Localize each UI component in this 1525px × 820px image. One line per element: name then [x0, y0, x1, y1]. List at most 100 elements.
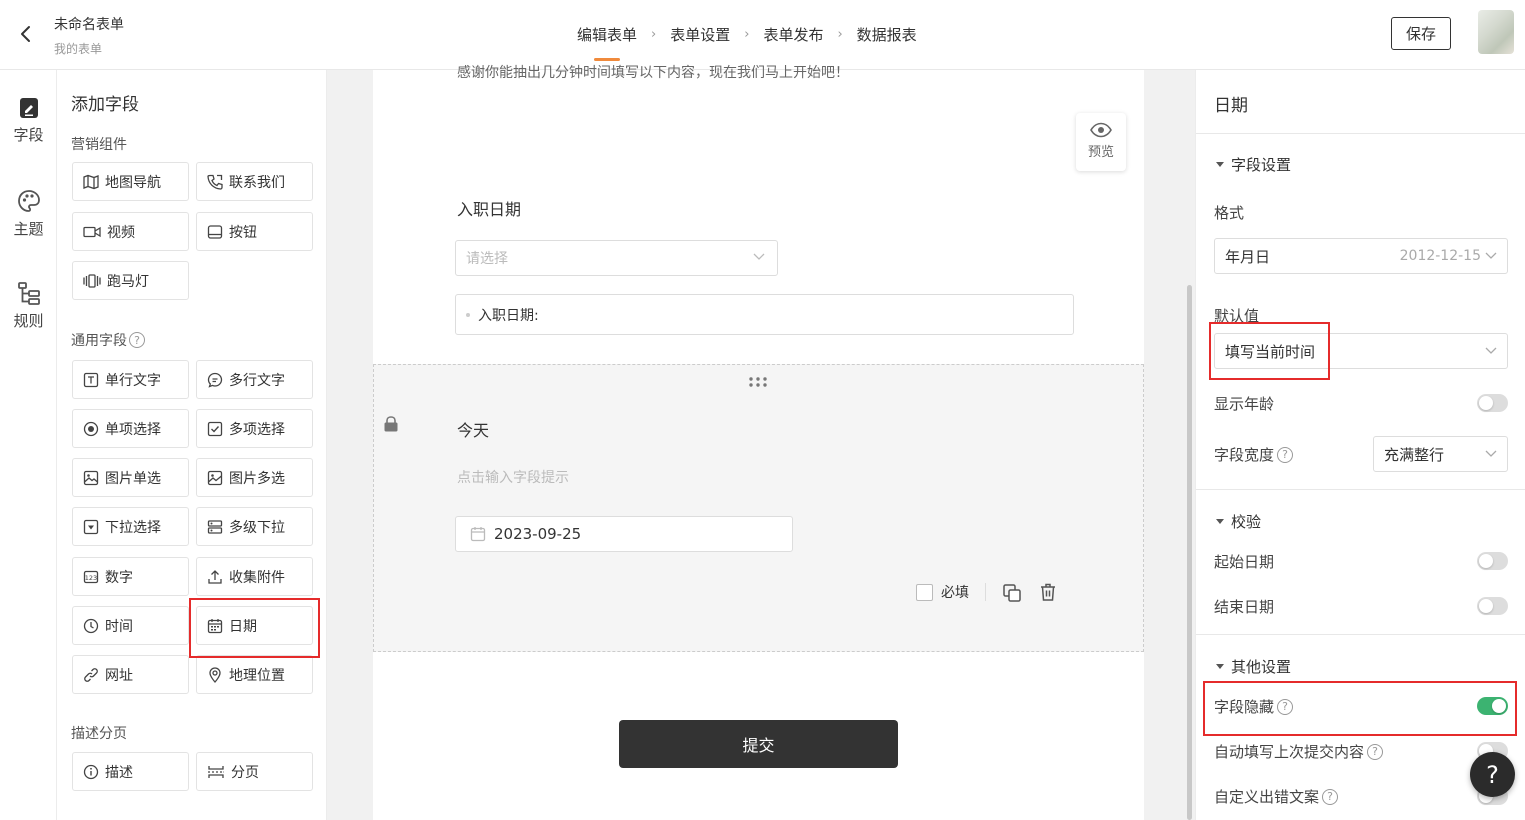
selected-field-block[interactable] [373, 364, 1144, 652]
field-pagination-button[interactable]: 分页 [196, 752, 313, 791]
breadcrumb[interactable]: 我的表单 [54, 40, 102, 57]
tab-form-publish[interactable]: 表单发布 [763, 24, 823, 61]
field-description-button[interactable]: 描述 [72, 752, 189, 791]
hide-field-label: 字段隐藏? [1214, 696, 1294, 717]
field-number-button[interactable]: 123 数字 [72, 557, 189, 596]
show-age-label: 显示年龄 [1214, 395, 1275, 413]
field-url-button[interactable]: 网址 [72, 655, 189, 694]
preview-label: 预览 [1087, 145, 1114, 160]
help-icon[interactable]: ? [1322, 788, 1339, 805]
help-icon[interactable]: ? [129, 332, 145, 348]
start-date-label: 起始日期 [1214, 553, 1275, 571]
field-width-label: 字段宽度? [1214, 444, 1294, 465]
canvas-scrollbar[interactable] [1187, 285, 1192, 820]
start-date-toggle[interactable] [1477, 552, 1508, 570]
rail-item-theme[interactable]: 主题 [0, 188, 57, 239]
submit-button[interactable]: 提交 [619, 720, 898, 768]
default-value-select[interactable]: 填写当前时间 [1214, 333, 1508, 369]
button-icon [207, 224, 223, 239]
field-time-button[interactable]: 时间 [72, 606, 189, 645]
caret-down-icon [1216, 519, 1224, 524]
required-checkbox[interactable] [916, 583, 933, 601]
section-validation[interactable]: 校验 [1216, 511, 1261, 532]
field-video-button[interactable]: 视频 [72, 212, 189, 251]
palette-title: 添加字段 [71, 95, 139, 115]
help-icon[interactable]: ? [1277, 446, 1294, 463]
field-multi-line-button[interactable]: 多行文字 [196, 360, 313, 399]
rail-item-fields[interactable]: 字段 [0, 96, 57, 145]
preview-button[interactable]: 预览 [1076, 113, 1126, 171]
clock-icon [83, 618, 99, 633]
field-single-line-button[interactable]: 单行文字 [72, 360, 189, 399]
required-toggle[interactable]: 必填 [916, 582, 969, 602]
field-image-multi-button[interactable]: 图片多选 [196, 458, 313, 497]
calendar-icon [470, 527, 486, 542]
eye-icon [1090, 122, 1112, 138]
text-field[interactable]: 入职日期: [455, 294, 1074, 335]
date-select-field[interactable]: 请选择 [455, 240, 778, 276]
chevron-down-icon [753, 253, 765, 260]
location-pin-icon [209, 666, 221, 683]
group-title-marketing: 营销组件 [71, 137, 127, 153]
field-attachment-button[interactable]: 收集附件 [196, 557, 313, 596]
map-icon [83, 174, 99, 189]
drag-handle-icon[interactable] [748, 376, 768, 388]
format-label: 格式 [1214, 204, 1245, 222]
edit-doc-icon [19, 98, 38, 118]
chevron-down-icon [1485, 450, 1497, 457]
group-title-common: 通用字段? [71, 330, 145, 350]
lock-icon[interactable] [382, 415, 400, 433]
tab-edit-form[interactable]: 编辑表单 [577, 24, 637, 61]
save-button[interactable]: 保存 [1391, 17, 1451, 50]
checkbox-icon [207, 421, 223, 436]
field-image-single-button[interactable]: 图片单选 [72, 458, 189, 497]
question-title: 今天 [457, 421, 490, 440]
tab-data-report[interactable]: 数据报表 [857, 24, 917, 61]
trash-icon[interactable] [1038, 582, 1058, 602]
question-title: 入职日期 [457, 200, 522, 219]
divider [1196, 133, 1525, 134]
avatar[interactable] [1478, 10, 1514, 54]
field-cascade-button[interactable]: 多级下拉 [196, 507, 313, 546]
properties-title: 日期 [1214, 96, 1248, 116]
copy-icon[interactable] [1002, 583, 1022, 603]
custom-error-label: 自定义出错文案? [1214, 786, 1339, 807]
phone-icon [207, 174, 223, 190]
show-age-toggle[interactable] [1477, 394, 1508, 412]
rail-item-rules[interactable]: 规则 [0, 280, 57, 331]
tab-form-settings[interactable]: 表单设置 [670, 24, 730, 61]
field-single-choice-button[interactable]: 单项选择 [72, 409, 189, 448]
format-select[interactable]: 年月日 2012-12-15 [1214, 238, 1508, 274]
date-input[interactable]: 2023-09-25 [455, 516, 793, 552]
bullet-dot [466, 313, 470, 317]
help-icon[interactable]: ? [1277, 698, 1294, 715]
section-other-settings[interactable]: 其他设置 [1216, 656, 1291, 677]
svg-text:123: 123 [85, 573, 97, 581]
page-break-icon [208, 765, 224, 778]
field-button-button[interactable]: 按钮 [196, 212, 313, 251]
arrow-left-icon[interactable] [14, 22, 38, 46]
chevron-down-icon [1485, 252, 1497, 259]
field-hint[interactable]: 点击输入字段提示 [457, 467, 569, 487]
upload-icon [208, 569, 222, 584]
field-dropdown-button[interactable]: 下拉选择 [72, 507, 189, 546]
image-icon [83, 470, 99, 485]
field-width-select[interactable]: 充满整行 [1373, 436, 1508, 472]
field-date-button[interactable]: 日期 [196, 606, 313, 645]
end-date-toggle[interactable] [1477, 597, 1508, 615]
hide-field-toggle[interactable] [1477, 697, 1508, 715]
field-multi-choice-button[interactable]: 多项选择 [196, 409, 313, 448]
help-button[interactable]: ? [1470, 752, 1515, 797]
help-icon[interactable]: ? [1367, 743, 1384, 760]
section-field-settings[interactable]: 字段设置 [1216, 154, 1291, 175]
default-value-label: 默认值 [1214, 307, 1260, 325]
rail-label: 规则 [13, 312, 44, 330]
field-marquee-button[interactable]: 跑马灯 [72, 261, 189, 300]
left-rail: 字段 主题 规则 [0, 70, 57, 820]
group-title-desc-page: 描述分页 [71, 726, 127, 742]
field-map-nav-button[interactable]: 地图导航 [72, 162, 189, 201]
field-location-button[interactable]: 地理位置 [196, 655, 313, 694]
number-icon: 123 [83, 570, 99, 583]
chevron-right-icon: › [837, 27, 843, 42]
field-contact-button[interactable]: 联系我们 [196, 162, 313, 201]
